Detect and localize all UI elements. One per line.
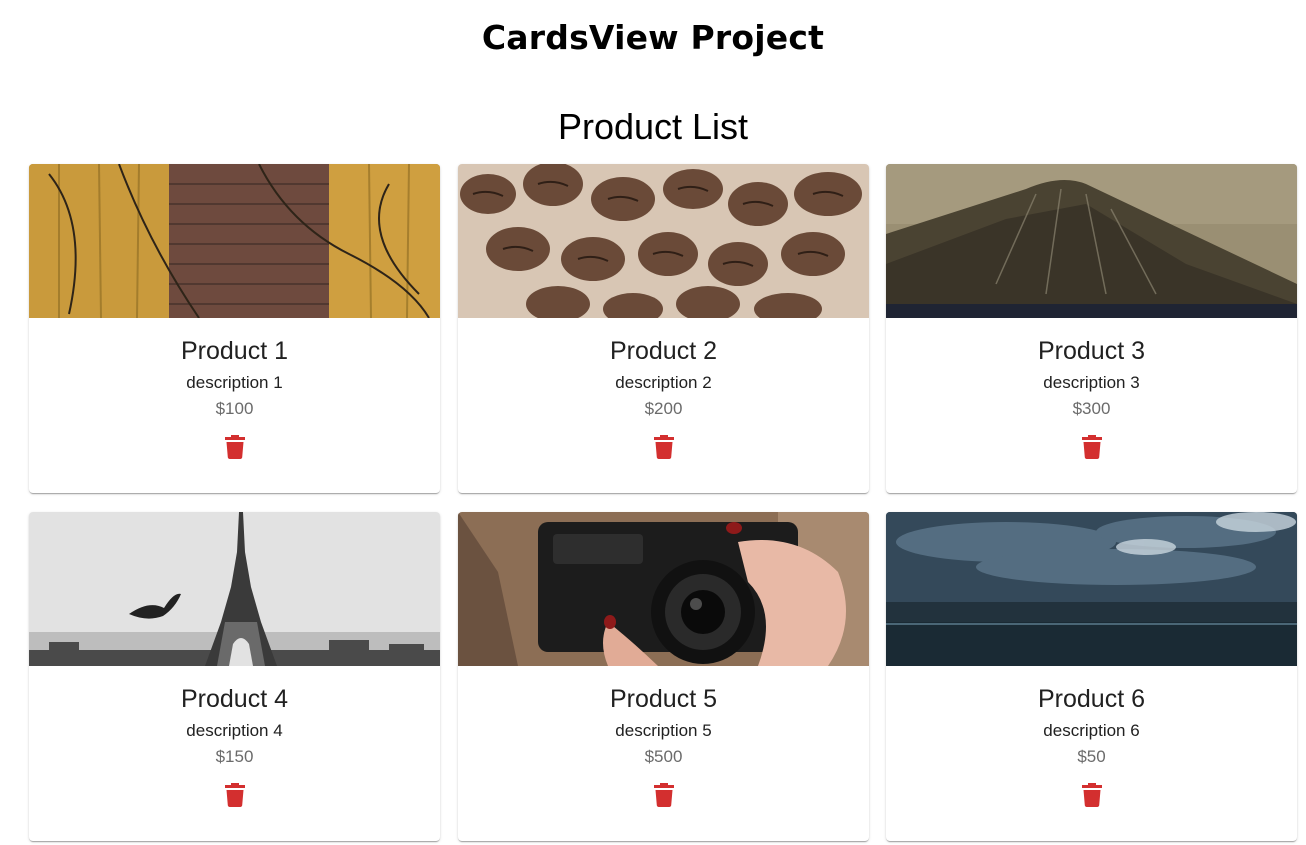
product-price: $150 (215, 747, 254, 766)
trash-icon (225, 783, 245, 807)
product-description: description 3 (1043, 373, 1140, 392)
product-name: Product 4 (180, 685, 288, 713)
product-name: Product 5 (609, 685, 717, 713)
product-price: $100 (215, 399, 254, 418)
product-card: Product 2 description 2 $200 (458, 164, 869, 493)
delete-button[interactable] (220, 432, 250, 462)
product-image (458, 164, 869, 318)
product-name: Product 6 (1037, 685, 1145, 713)
product-card: Product 1 description 1 $100 (29, 164, 440, 493)
product-description: description 2 (615, 373, 712, 392)
product-name: Product 2 (609, 337, 717, 365)
delete-button[interactable] (1077, 432, 1107, 462)
trash-icon (654, 435, 674, 459)
app-title: CardsView Project (481, 18, 825, 57)
delete-button[interactable] (649, 780, 679, 810)
product-image (886, 512, 1297, 666)
product-card: Product 4 description 4 $150 (29, 512, 440, 841)
trash-icon (1082, 435, 1102, 459)
product-description: description 6 (1043, 721, 1140, 740)
delete-button[interactable] (649, 432, 679, 462)
product-card: Product 5 description 5 $500 (458, 512, 869, 841)
product-price: $300 (1072, 399, 1111, 418)
product-card: Product 3 description 3 $300 (886, 164, 1297, 493)
product-name: Product 1 (180, 337, 288, 365)
product-price: $500 (644, 747, 683, 766)
product-image (29, 512, 440, 666)
delete-button[interactable] (1077, 780, 1107, 810)
product-name: Product 3 (1037, 337, 1145, 365)
product-image (458, 512, 869, 666)
product-image (29, 164, 440, 318)
product-price: $50 (1077, 747, 1106, 766)
product-price: $200 (644, 399, 683, 418)
trash-icon (654, 783, 674, 807)
product-image (886, 164, 1297, 318)
product-card: Product 6 description 6 $50 (886, 512, 1297, 841)
product-description: description 1 (186, 373, 283, 392)
product-description: description 4 (186, 721, 283, 740)
page-title: Product List (557, 106, 749, 147)
product-description: description 5 (615, 721, 712, 740)
trash-icon (1082, 783, 1102, 807)
trash-icon (225, 435, 245, 459)
delete-button[interactable] (220, 780, 250, 810)
